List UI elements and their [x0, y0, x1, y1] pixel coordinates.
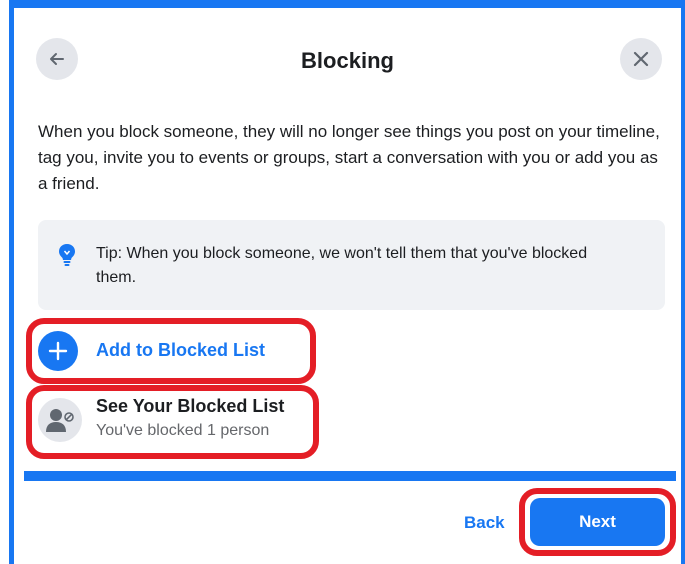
window-frame-top: [9, 0, 685, 8]
blocking-dialog: Blocking When you block someone, they wi…: [14, 8, 681, 564]
highlight-next-button: [519, 488, 676, 556]
progress-bar-fill: [24, 471, 676, 481]
close-icon: [633, 51, 649, 67]
highlight-add-to-blocked-list: [26, 318, 316, 384]
close-button[interactable]: [620, 38, 662, 80]
lightbulb-icon: [59, 244, 75, 266]
progress-bar: [24, 471, 676, 481]
window-frame-right: [681, 0, 685, 564]
highlight-see-blocked-list: [26, 385, 319, 459]
blocking-description: When you block someone, they will no lon…: [38, 122, 660, 193]
back-link[interactable]: Back: [464, 513, 505, 533]
dialog-title: Blocking: [301, 48, 394, 73]
tip-text: Tip: When you block someone, we won't te…: [96, 245, 588, 286]
tip-box: Tip: When you block someone, we won't te…: [38, 220, 665, 310]
